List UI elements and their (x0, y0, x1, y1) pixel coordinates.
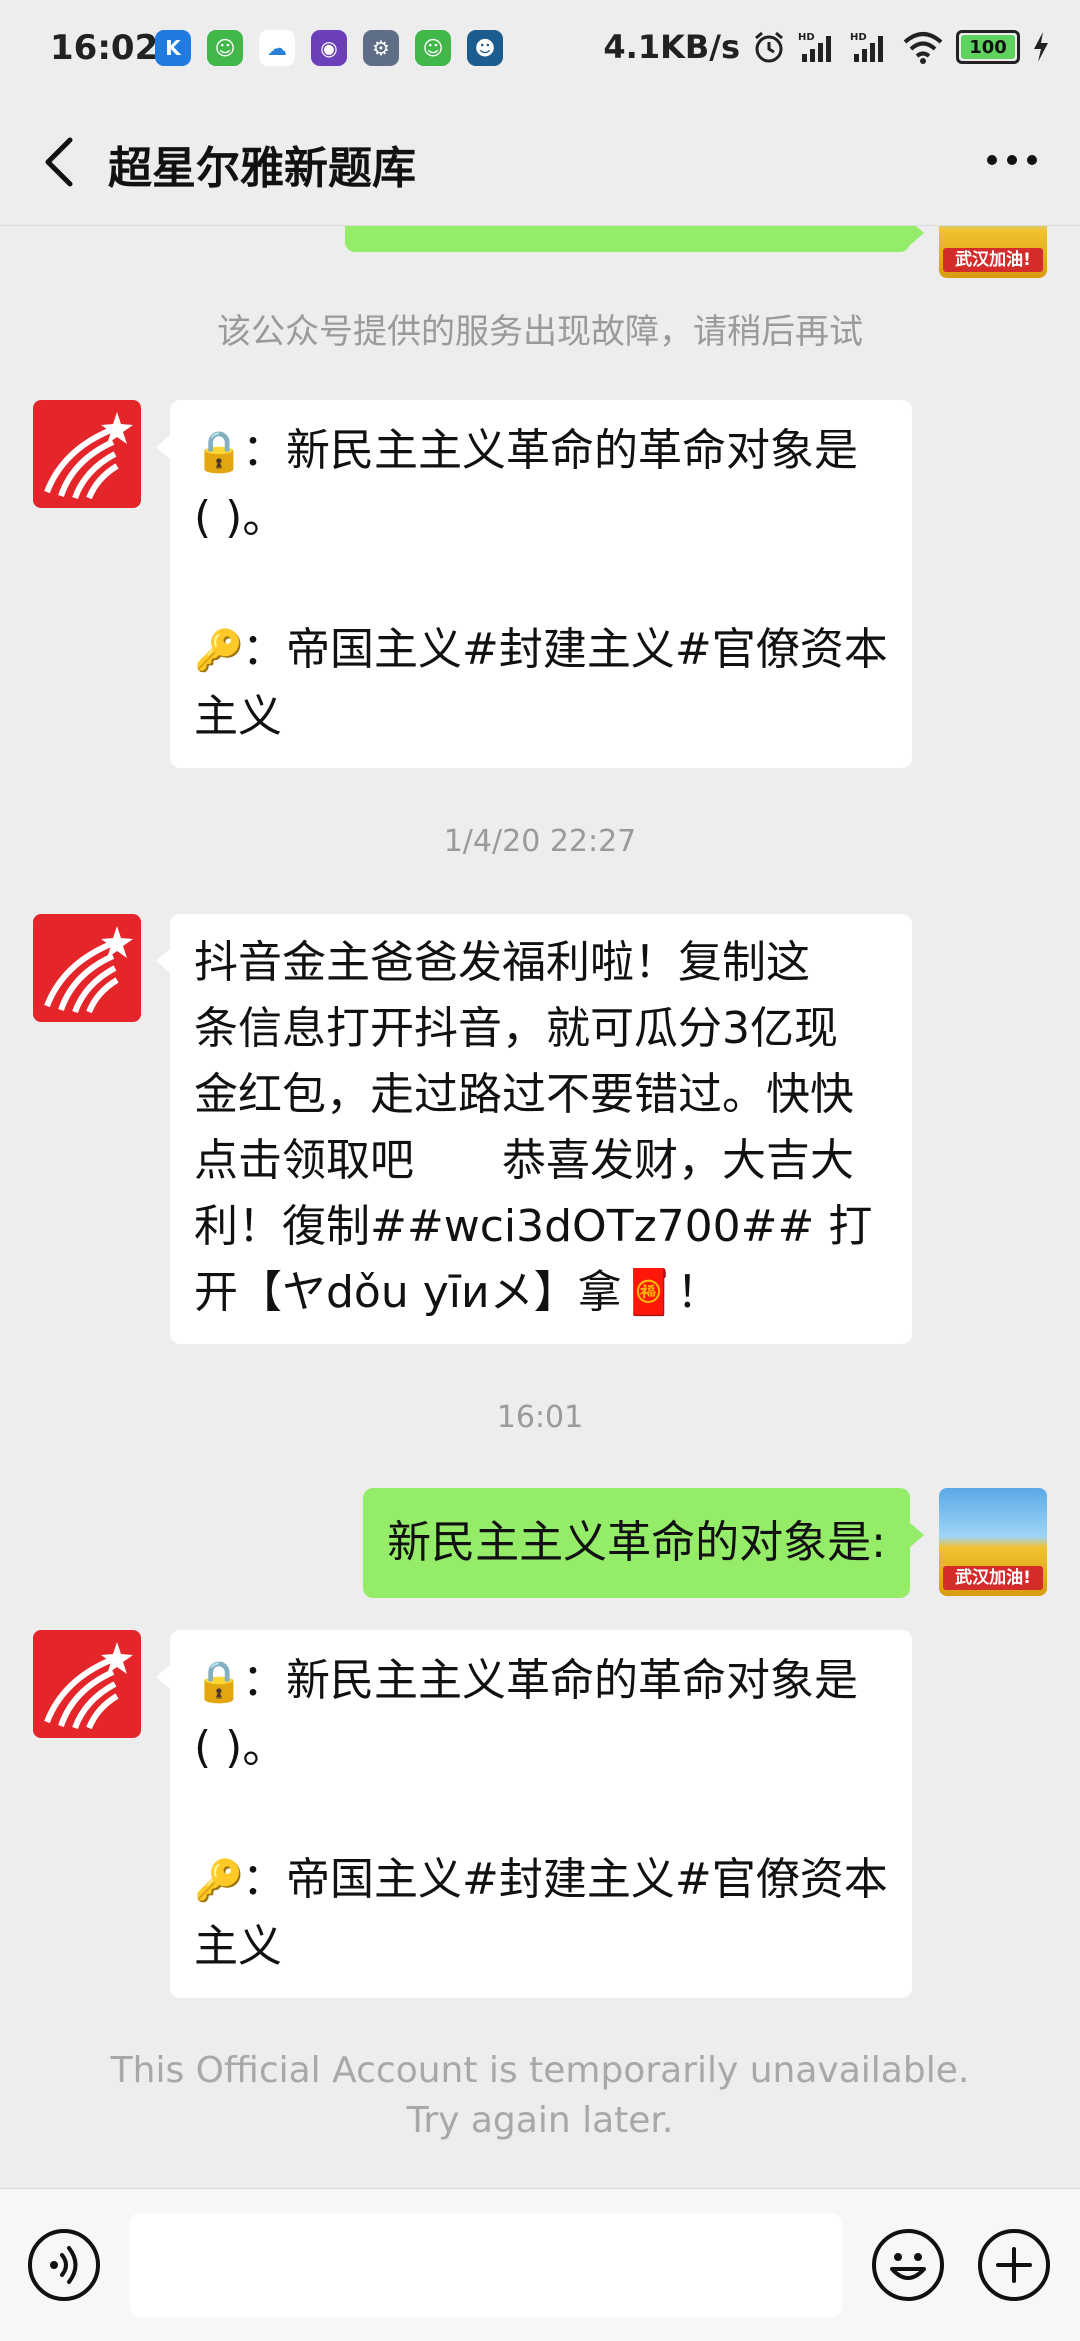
voice-input-button[interactable] (28, 2229, 100, 2301)
voice-icon (50, 2246, 78, 2284)
message-line: 主义 (194, 691, 282, 742)
message-line: ( )。 (194, 492, 287, 543)
message-line: 新民主主义革命的对象是: (387, 1517, 886, 1568)
message-line: 利！復制##wci3dOTz700## 打 (194, 1201, 873, 1252)
status-app-icons: K ☺ ☁ ◉ ⚙ ☺ ☻ (155, 30, 503, 66)
user-message-bubble-partial[interactable] (345, 226, 924, 252)
message-line: 🔒：新民主主义革命的革命对象是 (194, 1648, 890, 1715)
service-error-notice: 该公众号提供的服务出现故障，请稍后再试 (217, 312, 863, 352)
more-functions-button[interactable] (978, 2229, 1050, 2301)
more-options-icon[interactable] (984, 150, 1040, 170)
frog-app-icon: ☺ (207, 30, 243, 66)
battery-icon: 100 (956, 30, 1020, 64)
cloud-app-icon: ☁ (259, 30, 295, 66)
wifi-icon (903, 32, 943, 64)
lock-icon: 🔒 (194, 429, 244, 475)
message-line: 开【ヤdǒu yīиメ】拿🧧！ (194, 1267, 721, 1318)
chat-messages[interactable]: 武汉加油! 该公众号提供的服务出现故障，请稍后再试 🔒：新民主主义革命的革命对象… (0, 226, 1080, 2186)
signal-hd-icon: HD (798, 32, 831, 62)
message-line: 点击领取吧 恭喜发财，大吉大 (194, 1135, 854, 1186)
user-avatar[interactable]: 武汉加油! (939, 226, 1047, 278)
network-speed: 4.1KB/s (603, 28, 740, 66)
account-avatar[interactable] (33, 1630, 141, 1738)
message-line: 条信息打开抖音，就可瓜分3亿现 (194, 1003, 838, 1054)
settings-app-icon: ⚙ (363, 30, 399, 66)
timestamp: 1/4/20 22:27 (443, 824, 637, 859)
message-line: 抖音金主爸爸发福利啦！复制这 (194, 937, 810, 988)
timestamp: 16:01 (496, 1400, 584, 1435)
signal-hd-icon-2: HD (850, 32, 883, 62)
smiley-icon (890, 2253, 926, 2280)
key-icon: 🔑 (194, 1858, 244, 1904)
bot-message-bubble[interactable]: 🔒：新民主主义革命的革命对象是 ( )。 🔑：帝国主义#封建主义#官僚资本 主义 (156, 400, 912, 768)
svg-text:HD: HD (798, 32, 815, 43)
message-line: 🔒：新民主主义革命的革命对象是 (194, 418, 890, 485)
message-line: ( )。 (194, 1722, 287, 1773)
emoji-button[interactable] (872, 2229, 944, 2301)
bot-message-bubble[interactable]: 抖音金主爸爸发福利啦！复制这 条信息打开抖音，就可瓜分3亿现 金红包，走过路过不… (156, 914, 912, 1344)
battery-level: 100 (969, 36, 1007, 58)
account-avatar[interactable] (33, 400, 141, 508)
user-avatar[interactable]: 武汉加油! (939, 1488, 1047, 1596)
status-bar: 16:02 K ☺ ☁ ◉ ⚙ ☺ ☻ 4.1KB/s HD HD 100 (0, 0, 1080, 100)
account-avatar[interactable] (33, 914, 141, 1022)
message-line: 🔑：帝国主义#封建主义#官僚资本 (194, 617, 890, 684)
chat-header: 超星尔雅新题库 (0, 100, 1080, 226)
back-arrow-icon[interactable] (40, 136, 80, 188)
chaoxing-logo-icon (44, 1642, 133, 1730)
message-input[interactable] (130, 2213, 842, 2317)
user-message-bubble[interactable]: 新民主主义革命的对象是: (363, 1488, 924, 1598)
lock-icon: 🔒 (194, 1659, 244, 1705)
key-icon: 🔑 (194, 628, 244, 674)
bot-message-bubble[interactable]: 🔒：新民主主义革命的革命对象是 ( )。 🔑：帝国主义#封建主义#官僚资本 主义 (156, 1630, 912, 1998)
status-time: 16:02 (50, 28, 159, 68)
chaoxing-logo-icon (44, 926, 133, 1014)
charging-icon (1034, 32, 1048, 62)
k-app-icon: K (155, 30, 191, 66)
avatar-badge: 武汉加油! (943, 248, 1043, 272)
message-line: 主义 (194, 1921, 282, 1972)
avatar-badge: 武汉加油! (943, 1566, 1043, 1590)
status-right-group: 4.1KB/s HD HD 100 (603, 28, 1050, 66)
message-line (194, 1781, 890, 1847)
cat-app-icon: ☻ (467, 30, 503, 66)
message-line (194, 551, 890, 617)
message-line: 🔑：帝国主义#封建主义#官僚资本 (194, 1847, 890, 1914)
page-title: 超星尔雅新题库 (108, 143, 416, 194)
frog2-app-icon: ☺ (415, 30, 451, 66)
message-input-bar (0, 2188, 1080, 2341)
message-line: 金红包，走过路过不要错过。快快 (194, 1069, 854, 1120)
plus-icon (996, 2247, 1032, 2283)
chaoxing-logo-icon (44, 412, 133, 500)
camera-app-icon: ◉ (311, 30, 347, 66)
alarm-icon (755, 31, 783, 63)
account-unavailable-notice: This Official Account is temporarily una… (110, 2050, 970, 2141)
svg-text:HD: HD (850, 32, 867, 43)
